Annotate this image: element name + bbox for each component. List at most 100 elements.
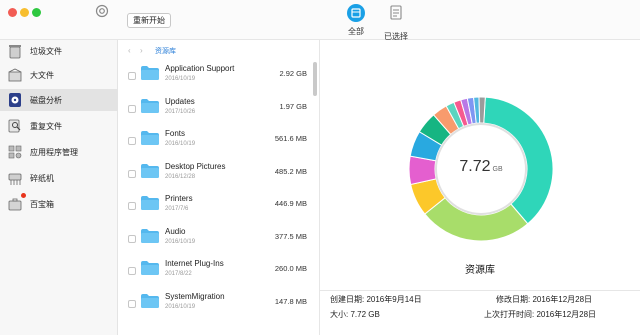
file-row[interactable]: SystemMigration 2016/10/19 147.8 MB bbox=[118, 290, 314, 322]
file-date: 2016/10/19 bbox=[165, 76, 196, 82]
folder-size: 大小: 7.72 GB bbox=[330, 310, 380, 319]
file-name: Desktop Pictures bbox=[165, 161, 226, 171]
sidebar-item-label: 百宝箱 bbox=[30, 199, 54, 209]
file-row[interactable]: Updates 2017/10/26 1.97 GB bbox=[118, 95, 314, 127]
file-row[interactable]: Desktop Pictures 2016/12/28 485.2 MB bbox=[118, 160, 314, 192]
folder-title: 资源库 bbox=[465, 265, 495, 276]
file-date: 2016/10/19 bbox=[165, 238, 196, 245]
row-checkbox[interactable] bbox=[128, 169, 136, 178]
folder-icon bbox=[141, 228, 159, 243]
folder-icon bbox=[141, 131, 159, 145]
folder-icon bbox=[141, 196, 159, 210]
file-date: 2016/12/28 bbox=[165, 173, 196, 180]
row-checkbox[interactable] bbox=[128, 267, 136, 275]
file-row[interactable]: Internet Plug-Ins 2017/8/22 260.0 MB bbox=[118, 257, 314, 289]
file-row[interactable]: Audio 2016/10/19 377.5 MB bbox=[118, 225, 314, 257]
sidebar-item-label: 重复文件 bbox=[30, 121, 62, 131]
sidebar-item-duplicate-files[interactable]: 重复文件 bbox=[0, 115, 118, 137]
disk-analysis-icon bbox=[9, 93, 21, 107]
minimize-window-button[interactable] bbox=[20, 8, 29, 17]
tab-selected[interactable]: 已选择 bbox=[381, 4, 411, 42]
folder-icon bbox=[141, 98, 159, 113]
file-size: 260.0 MB bbox=[274, 264, 307, 273]
created-date: 创建日期: 2016年9月14日 bbox=[330, 295, 422, 304]
settings-icon[interactable] bbox=[95, 4, 109, 18]
folder-icon bbox=[141, 163, 159, 178]
shredder-icon bbox=[8, 173, 22, 185]
list-scrollbar[interactable] bbox=[313, 62, 317, 96]
back-arrow-icon[interactable]: ‹ bbox=[128, 46, 131, 55]
modified-date: 修改日期: 2016年12月28日 bbox=[496, 295, 593, 304]
trash-icon bbox=[9, 45, 21, 59]
sidebar-item-app-management[interactable]: 应用程序管理 bbox=[0, 141, 118, 163]
tab-all-label: 全部 bbox=[348, 27, 364, 36]
detail-pane: 7.72 GB 资源库 创建日期: 2016年9月14日 修改日期: 2016年1… bbox=[320, 40, 640, 335]
sidebar-item-toolbox[interactable]: 百宝箱 bbox=[0, 193, 118, 215]
file-date: 2017/7/6 bbox=[165, 206, 189, 212]
sidebar: 垃圾文件 大文件 磁盘分析 重复文件 应用程序管理 碎纸机 百宝箱 bbox=[0, 40, 118, 335]
sidebar-item-label: 磁盘分析 bbox=[30, 95, 62, 105]
all-items-icon bbox=[347, 4, 365, 22]
forward-arrow-icon[interactable]: › bbox=[140, 46, 143, 55]
file-name: Internet Plug-Ins bbox=[165, 259, 224, 268]
sidebar-item-shredder[interactable]: 碎纸机 bbox=[0, 167, 118, 189]
file-date: 2017/10/26 bbox=[165, 108, 196, 115]
sidebar-item-label: 大文件 bbox=[30, 70, 54, 80]
apps-icon bbox=[8, 145, 22, 159]
toolbox-icon bbox=[8, 198, 22, 211]
file-name: SystemMigration bbox=[165, 291, 225, 301]
toolbar: 重新开始 全部 已选择 bbox=[0, 0, 640, 42]
row-checkbox[interactable] bbox=[128, 299, 136, 308]
sidebar-item-junk-files[interactable]: 垃圾文件 bbox=[0, 40, 118, 62]
file-name: Updates bbox=[165, 96, 195, 106]
file-row[interactable]: Fonts 2016/10/19 561.6 MB bbox=[118, 127, 314, 159]
sidebar-item-disk-analysis[interactable]: 磁盘分析 bbox=[0, 89, 118, 111]
file-size: 446.9 MB bbox=[274, 199, 307, 208]
total-size-value: 7.72 bbox=[459, 158, 491, 175]
folder-icon bbox=[141, 66, 159, 80]
selected-items-icon bbox=[390, 5, 402, 20]
breadcrumb-current[interactable]: 资源库 bbox=[155, 46, 176, 56]
sidebar-item-large-files[interactable]: 大文件 bbox=[0, 64, 118, 86]
notification-badge bbox=[21, 193, 26, 198]
file-name: Audio bbox=[165, 226, 186, 236]
donut-slice[interactable] bbox=[478, 96, 486, 124]
sidebar-item-label: 碎纸机 bbox=[30, 173, 54, 183]
file-date: 2016/10/19 bbox=[165, 141, 196, 147]
duplicate-icon bbox=[8, 119, 21, 133]
breadcrumb: ‹ › 资源库 bbox=[118, 40, 320, 62]
zoom-window-button[interactable] bbox=[32, 8, 41, 17]
file-size: 561.6 MB bbox=[274, 134, 307, 143]
file-date: 2016/10/19 bbox=[165, 303, 196, 310]
total-size-unit: GB bbox=[492, 166, 503, 173]
file-name: Printers bbox=[165, 194, 193, 203]
file-row[interactable]: Application Support 2016/10/19 2.92 GB bbox=[118, 62, 314, 94]
row-checkbox[interactable] bbox=[128, 137, 136, 145]
row-checkbox[interactable] bbox=[128, 104, 136, 113]
folder-icon bbox=[141, 293, 159, 308]
close-window-button[interactable] bbox=[8, 8, 17, 17]
file-size: 2.92 GB bbox=[279, 69, 307, 78]
row-checkbox[interactable] bbox=[128, 72, 136, 80]
box-icon bbox=[8, 68, 22, 82]
restart-button[interactable]: 重新开始 bbox=[127, 13, 171, 28]
app-window: 重新开始 全部 已选择 垃圾文件 大文件 磁盘分析 重复文件 应用程序管理 碎纸… bbox=[0, 0, 640, 335]
file-list-pane: ‹ › 资源库 Application Support 2016/10/19 2.9… bbox=[118, 40, 320, 335]
detail-divider bbox=[320, 290, 640, 291]
file-name: Application Support bbox=[165, 64, 235, 73]
file-size: 147.8 MB bbox=[274, 296, 307, 306]
donut-chart: 7.72 GB bbox=[408, 96, 554, 242]
total-size-readout: 7.72 GB bbox=[408, 158, 554, 176]
file-name: Fonts bbox=[165, 129, 186, 138]
row-checkbox[interactable] bbox=[128, 202, 136, 210]
tab-all[interactable]: 全部 bbox=[341, 4, 371, 37]
file-size: 485.2 MB bbox=[274, 166, 307, 176]
file-size: 377.5 MB bbox=[274, 231, 307, 241]
row-checkbox[interactable] bbox=[128, 234, 136, 243]
folder-icon bbox=[141, 261, 159, 275]
file-row[interactable]: Printers 2017/7/6 446.9 MB bbox=[118, 192, 314, 224]
file-date: 2017/8/22 bbox=[165, 271, 192, 277]
file-size: 1.97 GB bbox=[279, 101, 307, 111]
last-opened-date: 上次打开时间: 2016年12月28日 bbox=[484, 310, 597, 319]
sidebar-item-label: 应用程序管理 bbox=[30, 147, 78, 157]
